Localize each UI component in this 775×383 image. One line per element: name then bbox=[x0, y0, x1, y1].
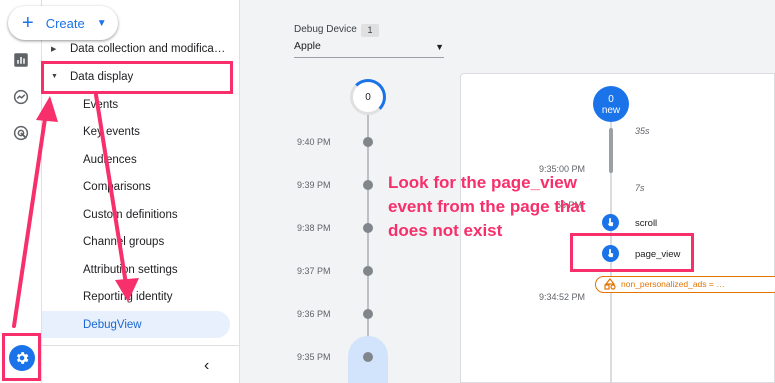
minute-time-label: 9:35 PM bbox=[297, 352, 331, 362]
second-time-label: 9:34:52 PM bbox=[539, 292, 586, 302]
sidebar-item-label: Reporting identity bbox=[83, 290, 173, 303]
sidebar-item-label: Audiences bbox=[83, 153, 137, 166]
seconds-gap-bar bbox=[609, 128, 613, 173]
sidebar-item-label: Data collection and modifica… bbox=[70, 42, 226, 55]
duration-label: 35s bbox=[635, 126, 650, 136]
sidebar-item-label: Channel groups bbox=[83, 235, 165, 248]
debug-device-label: Debug Device bbox=[294, 24, 357, 35]
sidebar-item-key-events[interactable]: Key events bbox=[42, 118, 240, 145]
warning-event-pill[interactable]: non_personalized_ads = … bbox=[595, 276, 775, 293]
duration-label: 7s bbox=[635, 183, 645, 193]
minute-marker[interactable] bbox=[363, 223, 373, 233]
minute-time-label: 9:39 PM bbox=[297, 180, 331, 190]
sidebar-item-label: Comparisons bbox=[83, 180, 151, 193]
sidebar-item-reporting-identity[interactable]: Reporting identity bbox=[42, 283, 240, 310]
minute-time-label: 9:38 PM bbox=[297, 223, 331, 233]
caret-down-icon: ▼ bbox=[96, 17, 107, 29]
debug-device-count-badge: 1 bbox=[361, 24, 379, 37]
sidebar-item-channel-groups[interactable]: Channel groups bbox=[42, 228, 240, 255]
reports-icon[interactable] bbox=[10, 49, 32, 71]
seconds-new-label: new bbox=[601, 105, 621, 116]
sidebar-item-debugview[interactable]: DebugView bbox=[42, 311, 230, 338]
sidebar-item-label: Key events bbox=[83, 125, 140, 138]
minute-time-label: 9:37 PM bbox=[297, 266, 331, 276]
plus-icon: + bbox=[22, 12, 34, 34]
highlight-box-admin-gear bbox=[2, 333, 41, 381]
minute-marker[interactable] bbox=[363, 266, 373, 276]
sidebar-item-custom-definitions[interactable]: Custom definitions bbox=[42, 201, 240, 228]
warning-shapes-icon bbox=[604, 278, 616, 290]
warning-event-label: non_personalized_ads = … bbox=[621, 279, 725, 289]
sidebar-item-label: DebugView bbox=[83, 318, 142, 331]
sidebar-item-label: Custom definitions bbox=[83, 208, 178, 221]
minute-marker[interactable] bbox=[363, 352, 373, 362]
minute-time-label: 9:36 PM bbox=[297, 309, 331, 319]
sidebar-item-attribution-settings[interactable]: Attribution settings bbox=[42, 256, 240, 283]
seconds-new-count-value: 0 bbox=[608, 94, 614, 105]
create-button-label: Create bbox=[45, 15, 85, 31]
highlight-box-data-display bbox=[41, 61, 233, 94]
seconds-new-count: 0 new bbox=[593, 86, 629, 122]
explore-icon[interactable] bbox=[10, 86, 32, 108]
left-rail bbox=[0, 0, 42, 383]
ga4-admin-debugview: ▶ Data collection and modifica… ▼ Data d… bbox=[0, 0, 775, 383]
sidebar-item-comparisons[interactable]: Comparisons bbox=[42, 173, 240, 200]
minute-marker[interactable] bbox=[363, 309, 373, 319]
admin-sidebar: ▶ Data collection and modifica… ▼ Data d… bbox=[42, 0, 240, 383]
debug-device-value: Apple bbox=[294, 40, 321, 52]
annotation-text: Look for the page_view event from the pa… bbox=[388, 173, 586, 240]
sidebar-item-events[interactable]: Events bbox=[42, 91, 240, 118]
create-button[interactable]: + Create ▼ bbox=[8, 6, 118, 40]
advertising-icon[interactable] bbox=[10, 122, 32, 144]
progress-arc bbox=[350, 79, 386, 115]
chevron-left-icon[interactable]: ‹ bbox=[204, 357, 209, 375]
sidebar-item-label: Attribution settings bbox=[83, 263, 178, 276]
chevron-right-icon: ▶ bbox=[51, 45, 57, 53]
minutes-current-count: 0 bbox=[350, 79, 386, 115]
sidebar-item-audiences[interactable]: Audiences bbox=[42, 146, 240, 173]
caret-down-icon: ▼ bbox=[435, 42, 444, 52]
minute-time-label: 9:40 PM bbox=[297, 137, 331, 147]
minute-marker[interactable] bbox=[363, 180, 373, 190]
divider bbox=[42, 345, 240, 346]
event-label-scroll[interactable]: scroll bbox=[635, 218, 657, 229]
minute-marker[interactable] bbox=[363, 137, 373, 147]
debug-device-select[interactable]: Apple ▼ bbox=[294, 40, 444, 58]
sidebar-item-label: Events bbox=[83, 98, 119, 111]
